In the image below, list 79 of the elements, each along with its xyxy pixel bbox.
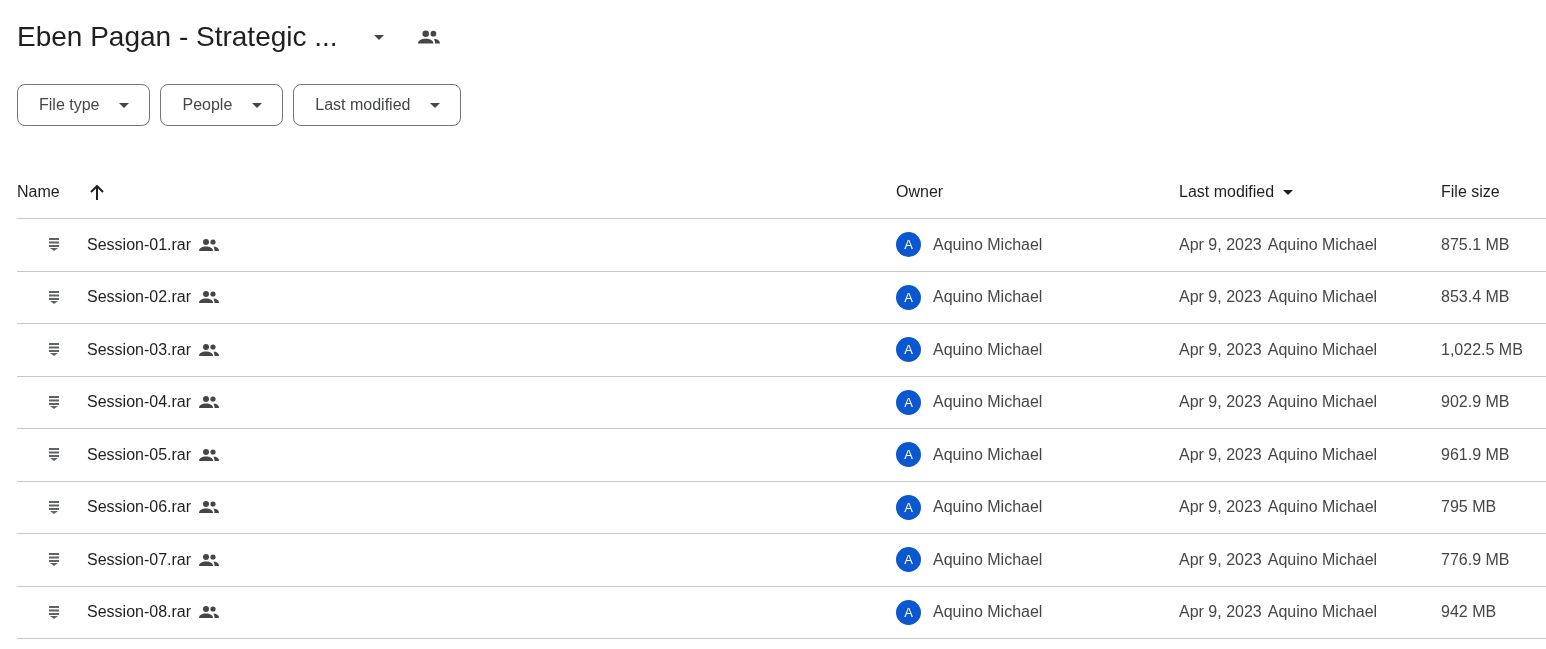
owner-name: Aquino Michael — [933, 498, 1043, 517]
owner-name: Aquino Michael — [933, 288, 1043, 307]
file-size: 853.4 MB — [1441, 288, 1510, 307]
file-size: 942 MB — [1441, 603, 1497, 622]
archive-file-icon — [49, 343, 59, 357]
avatar: A — [896, 337, 921, 363]
column-header[interactable]: File size — [1441, 183, 1500, 201]
filter-chip[interactable]: File type — [17, 84, 151, 126]
people-icon — [199, 238, 220, 251]
owner-name: Aquino Michael — [933, 445, 1043, 464]
filter-chip[interactable]: People — [160, 84, 284, 126]
owner-name: Aquino Michael — [933, 235, 1043, 254]
avatar: A — [896, 232, 921, 258]
caret-icon — [252, 102, 263, 108]
filter-chip[interactable]: Last modified — [293, 84, 462, 126]
modified-by: Aquino Michael — [1267, 340, 1378, 359]
archive-file-icon — [49, 290, 59, 304]
owner-name: Aquino Michael — [933, 340, 1043, 359]
folder-title: Eben Pagan - Strategic ... — [17, 21, 338, 53]
file-size: 961.9 MB — [1441, 445, 1510, 464]
file-name[interactable]: Session-05.rar — [87, 445, 192, 464]
avatar: A — [896, 494, 921, 520]
avatar: A — [896, 442, 921, 468]
caret-icon — [119, 102, 130, 108]
modified-by: Aquino Michael — [1267, 498, 1378, 517]
file-name[interactable]: Session-04.rar — [87, 393, 192, 412]
modified-by: Aquino Michael — [1267, 393, 1378, 412]
file-name[interactable]: Session-02.rar — [87, 288, 192, 307]
modified-date: Apr 9, 2023 — [1179, 393, 1262, 412]
avatar: A — [896, 599, 921, 625]
file-name[interactable]: Session-01.rar — [87, 235, 192, 254]
file-size: 902.9 MB — [1441, 393, 1510, 412]
sort-up-arrow-icon[interactable] — [89, 184, 104, 200]
people-icon — [199, 291, 220, 304]
file-name[interactable]: Session-08.rar — [87, 603, 192, 622]
file-name[interactable]: Session-07.rar — [87, 550, 192, 569]
people-icon — [199, 501, 220, 514]
archive-file-icon — [49, 395, 59, 409]
modified-by: Aquino Michael — [1267, 603, 1378, 622]
archive-file-icon — [49, 238, 59, 252]
caret-icon — [430, 102, 441, 108]
owner-name: Aquino Michael — [933, 393, 1043, 412]
modified-by: Aquino Michael — [1267, 550, 1378, 569]
archive-file-icon — [49, 553, 59, 567]
caret-icon — [373, 34, 384, 40]
modified-date: Apr 9, 2023 — [1179, 603, 1262, 622]
modified-date: Apr 9, 2023 — [1179, 550, 1262, 569]
modified-date: Apr 9, 2023 — [1179, 340, 1262, 359]
people-icon — [199, 553, 220, 566]
modified-date: Apr 9, 2023 — [1179, 235, 1262, 254]
file-size: 795 MB — [1441, 498, 1497, 517]
modified-by: Aquino Michael — [1267, 235, 1378, 254]
file-name[interactable]: Session-03.rar — [87, 340, 192, 359]
owner-name: Aquino Michael — [933, 603, 1043, 622]
column-header[interactable]: Owner — [896, 183, 944, 201]
modified-date: Apr 9, 2023 — [1179, 288, 1262, 307]
people-icon — [199, 448, 220, 461]
file-size: 776.9 MB — [1441, 550, 1510, 569]
owner-name: Aquino Michael — [933, 550, 1043, 569]
file-size: 1,022.5 MB — [1441, 340, 1523, 359]
archive-file-icon — [49, 448, 59, 462]
avatar: A — [896, 284, 921, 310]
avatar: A — [896, 389, 921, 415]
archive-file-icon — [49, 605, 59, 619]
people-icon — [199, 396, 220, 409]
modified-date: Apr 9, 2023 — [1179, 498, 1262, 517]
column-header[interactable]: Last modified — [1179, 146, 1441, 219]
sort-down-caret-icon — [1282, 189, 1295, 195]
people-icon — [199, 343, 220, 356]
file-size: 875.1 MB — [1441, 235, 1510, 254]
file-name[interactable]: Session-06.rar — [87, 498, 192, 517]
people-icon — [199, 606, 220, 619]
shared-people-icon — [417, 30, 440, 44]
modified-by: Aquino Michael — [1267, 445, 1378, 464]
avatar: A — [896, 547, 921, 573]
column-header[interactable]: Name — [17, 183, 60, 201]
modified-date: Apr 9, 2023 — [1179, 445, 1262, 464]
modified-by: Aquino Michael — [1267, 288, 1378, 307]
archive-file-icon — [49, 500, 59, 514]
